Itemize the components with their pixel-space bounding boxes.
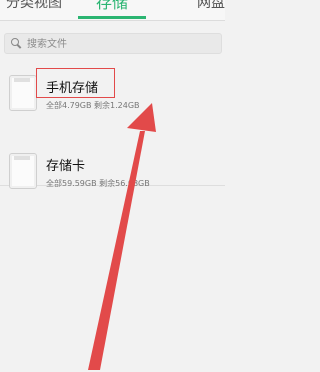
search-input[interactable]: [25, 35, 219, 53]
search-icon: [11, 38, 19, 46]
tab-storage[interactable]: 存储: [78, 0, 146, 14]
storage-item-detail: 全部59.59GB 剩余56.08GB: [46, 179, 150, 188]
divider: [0, 20, 225, 21]
active-tab-indicator: [78, 16, 146, 19]
tab-category-view[interactable]: 分类视图: [6, 0, 62, 14]
sd-card-icon: [9, 153, 37, 189]
search-bar[interactable]: [4, 33, 222, 54]
annotation-highlight-box: [36, 68, 115, 98]
top-tabs: 分类视图 存储 网盘: [0, 0, 225, 20]
storage-item-detail: 全部4.79GB 剩余1.24GB: [46, 101, 140, 110]
tab-cloud-drive[interactable]: 网盘: [197, 0, 225, 14]
storage-item-sdcard[interactable]: 存储卡 全部59.59GB 剩余56.08GB: [0, 143, 225, 199]
phone-storage-icon: [9, 75, 37, 111]
storage-item-title: 存储卡: [46, 159, 86, 174]
